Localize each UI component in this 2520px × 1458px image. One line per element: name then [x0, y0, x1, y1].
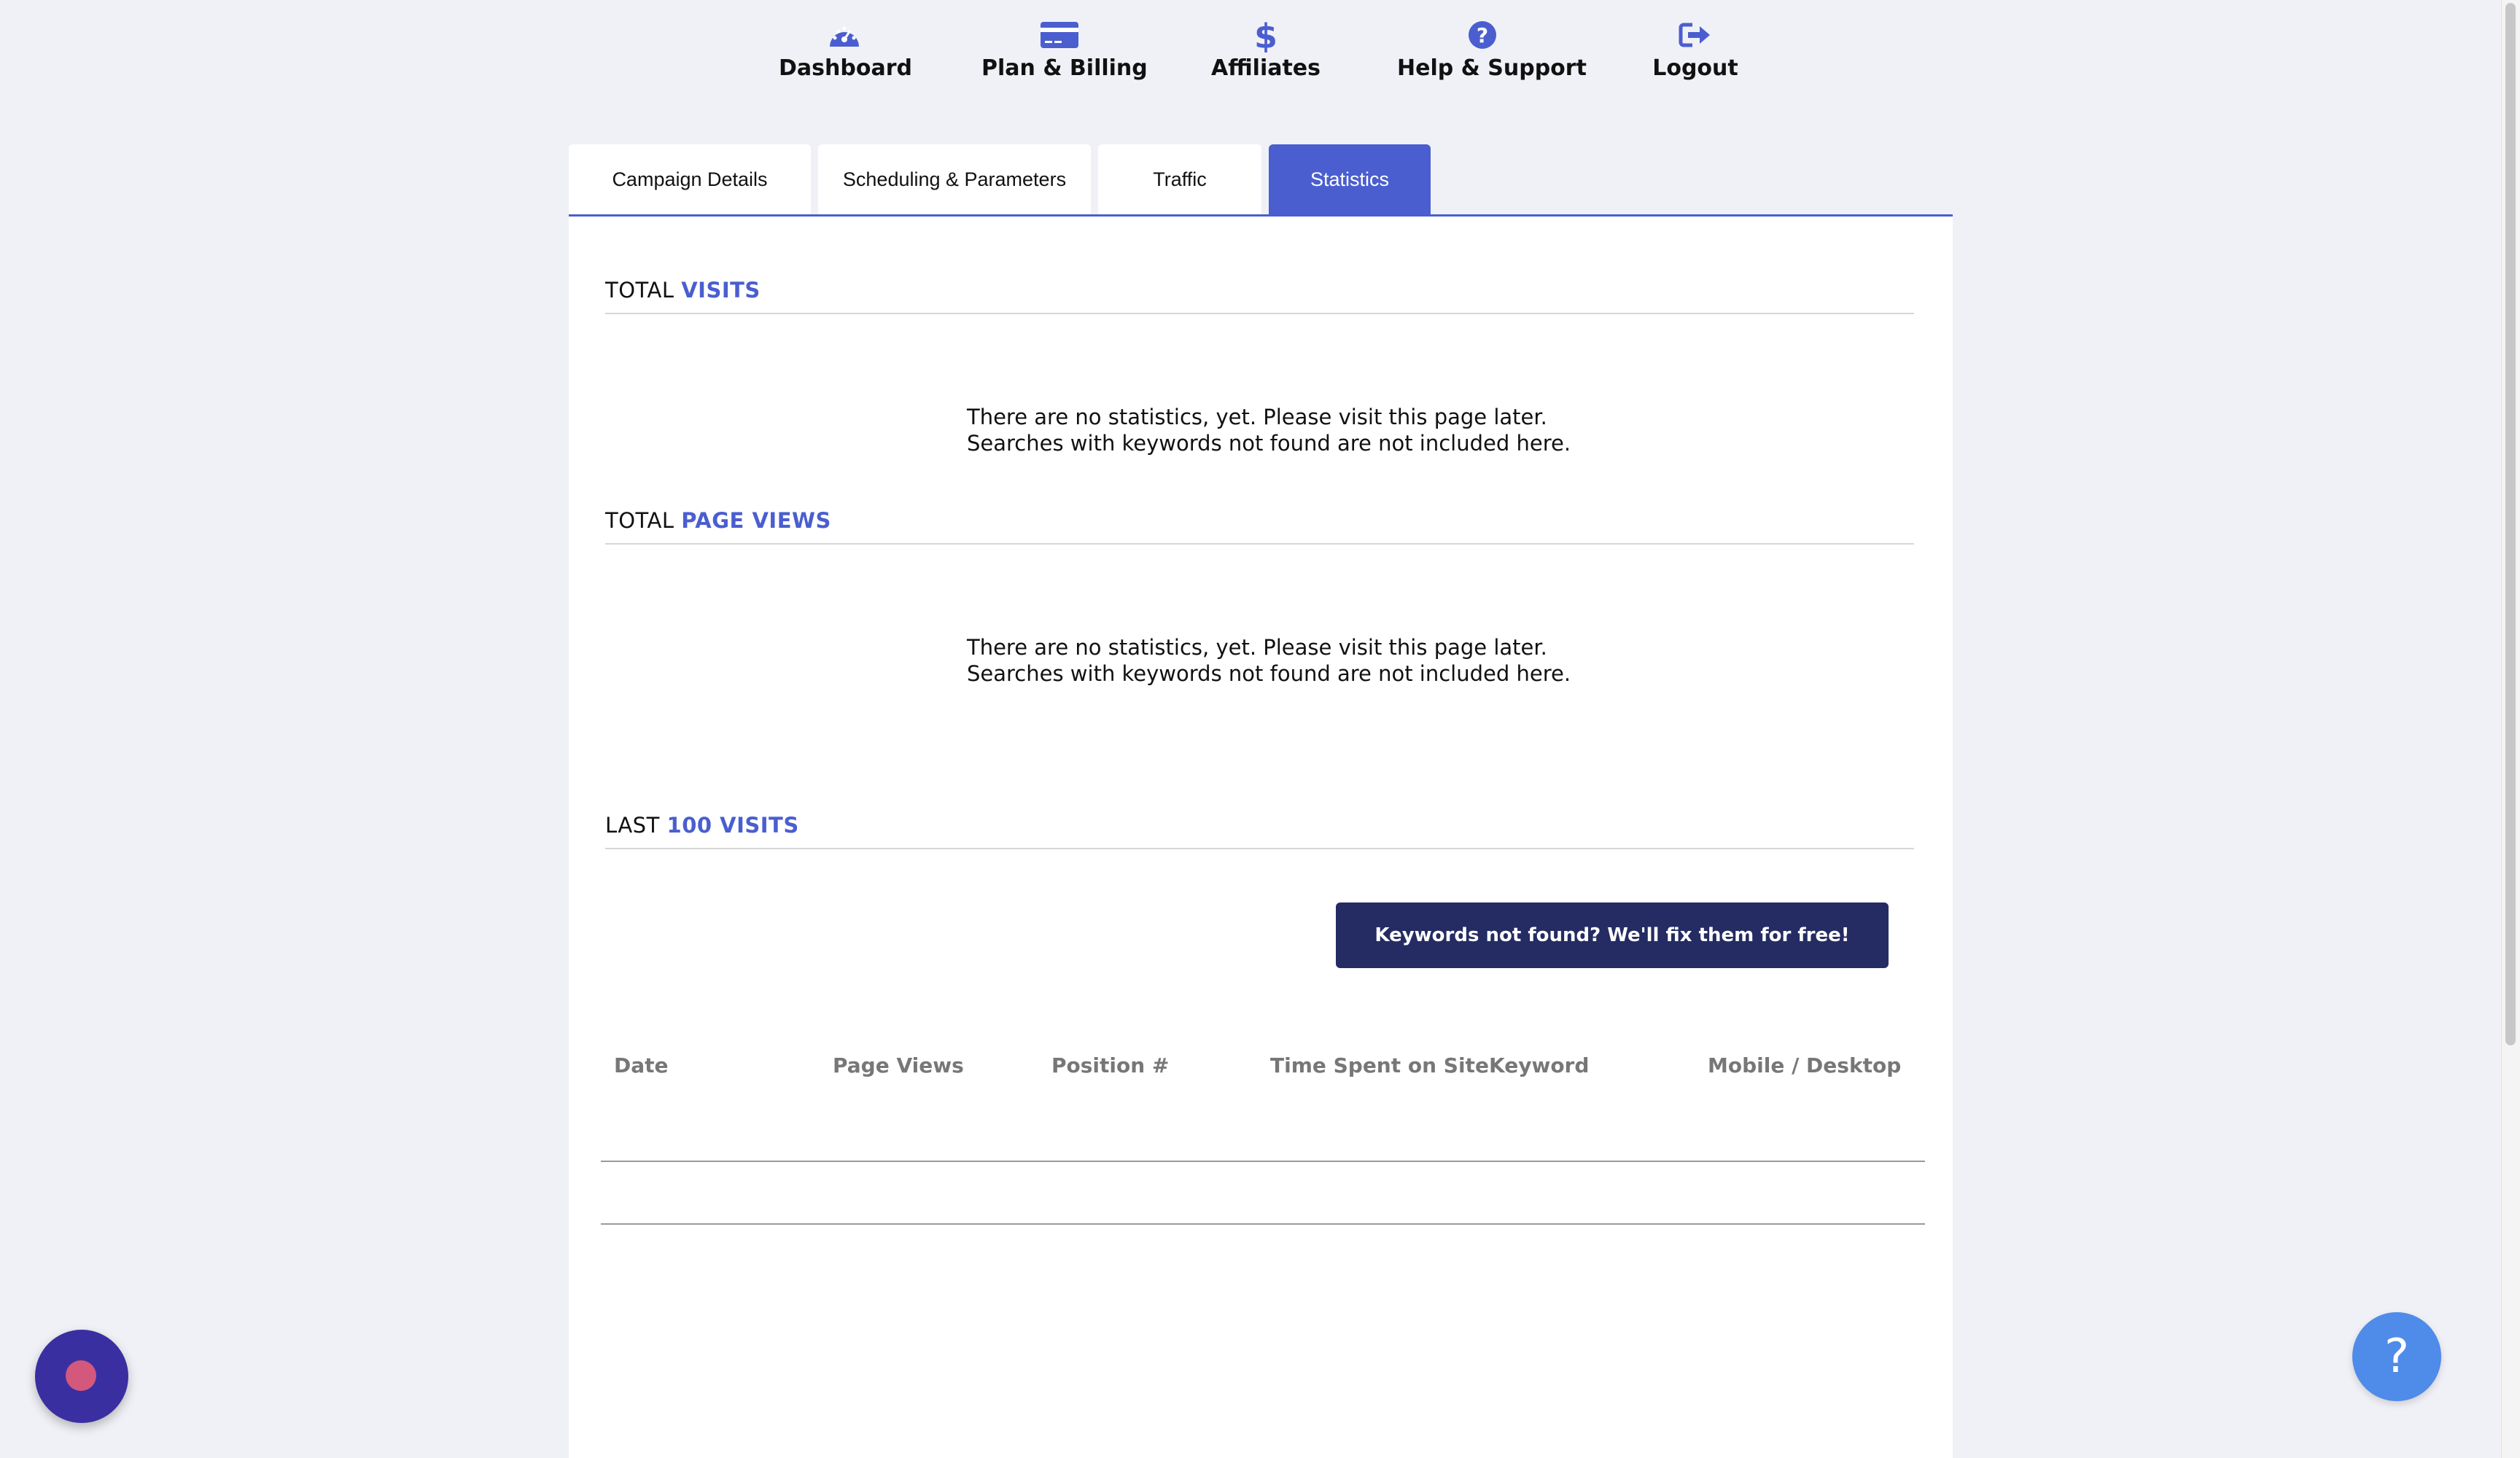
total-page-views-accent: PAGE VIEWS	[681, 508, 831, 533]
total-page-views-heading: TOTAL PAGE VIEWS	[605, 508, 831, 533]
last-visits-accent: 100 VISITS	[666, 813, 799, 838]
logout-icon	[1675, 17, 1716, 52]
tab-traffic[interactable]: Traffic	[1098, 144, 1261, 214]
divider	[605, 848, 1914, 849]
column-header-date[interactable]: Date	[614, 1053, 669, 1077]
keywords-fix-button[interactable]: Keywords not found? We'll fix them for f…	[1336, 903, 1889, 968]
divider	[605, 543, 1914, 545]
page-scrollbar-thumb[interactable]	[2505, 3, 2516, 1045]
empty-message-line-1: There are no statistics, yet. Please vis…	[967, 635, 1547, 660]
column-header-page-views[interactable]: Page Views	[833, 1053, 964, 1077]
table-header-divider	[601, 1161, 1925, 1162]
svg-text:$: $	[1254, 17, 1278, 52]
nav-logout[interactable]: Logout	[1648, 13, 1743, 86]
column-header-keyword[interactable]: Keyword	[1489, 1053, 1589, 1077]
total-visits-prefix: TOTAL	[605, 278, 674, 303]
svg-text:?: ?	[1477, 23, 1488, 47]
total-visits-empty-message: There are no statistics, yet. Please vis…	[967, 404, 1571, 456]
tab-campaign-details[interactable]: Campaign Details	[569, 144, 811, 214]
column-header-mobile-desktop[interactable]: Mobile / Desktop	[1708, 1053, 1901, 1077]
column-header-position[interactable]: Position #	[1051, 1053, 1169, 1077]
divider	[605, 313, 1914, 314]
total-page-views-empty-message: There are no statistics, yet. Please vis…	[967, 634, 1571, 687]
credit-card-icon	[1039, 17, 1080, 52]
empty-message-line-2: Searches with keywords not found are not…	[967, 431, 1571, 456]
dollar-icon: $	[1245, 17, 1286, 52]
help-widget-button[interactable]: ?	[2352, 1312, 2441, 1401]
total-page-views-prefix: TOTAL	[605, 508, 674, 533]
dashboard-gauge-icon	[824, 17, 865, 52]
nav-dashboard-label: Dashboard	[779, 55, 912, 81]
campaign-tabs: Campaign Details Scheduling & Parameters…	[569, 144, 1953, 217]
nav-plan-billing[interactable]: Plan & Billing	[981, 13, 1148, 86]
empty-message-line-2: Searches with keywords not found are not…	[967, 661, 1571, 686]
empty-message-line-1: There are no statistics, yet. Please vis…	[967, 405, 1547, 429]
nav-affiliates-label: Affiliates	[1210, 55, 1321, 81]
tab-statistics[interactable]: Statistics	[1269, 144, 1431, 214]
nav-logout-label: Logout	[1652, 55, 1738, 81]
nav-plan-billing-label: Plan & Billing	[981, 55, 1148, 81]
top-navigation: Dashboard Plan & Billing $ Affiliates ? …	[0, 0, 2501, 95]
last-visits-prefix: LAST	[605, 813, 660, 838]
column-header-time-spent[interactable]: Time Spent on Site	[1270, 1053, 1489, 1077]
nav-affiliates[interactable]: $ Affiliates	[1210, 13, 1321, 86]
chat-widget-button[interactable]	[35, 1330, 128, 1423]
total-visits-heading: TOTAL VISITS	[605, 278, 761, 303]
chat-indicator-icon	[66, 1360, 96, 1391]
last-100-visits-heading: LAST 100 VISITS	[605, 813, 799, 838]
tab-scheduling-parameters[interactable]: Scheduling & Parameters	[818, 144, 1091, 214]
question-circle-icon: ?	[1462, 17, 1503, 52]
total-visits-accent: VISITS	[681, 278, 761, 303]
nav-dashboard[interactable]: Dashboard	[779, 13, 912, 86]
statistics-panel: TOTAL VISITS There are no statistics, ye…	[569, 217, 1953, 1458]
nav-help-support[interactable]: ? Help & Support	[1397, 13, 1587, 86]
nav-help-support-label: Help & Support	[1397, 55, 1587, 81]
table-bottom-divider	[601, 1223, 1925, 1225]
